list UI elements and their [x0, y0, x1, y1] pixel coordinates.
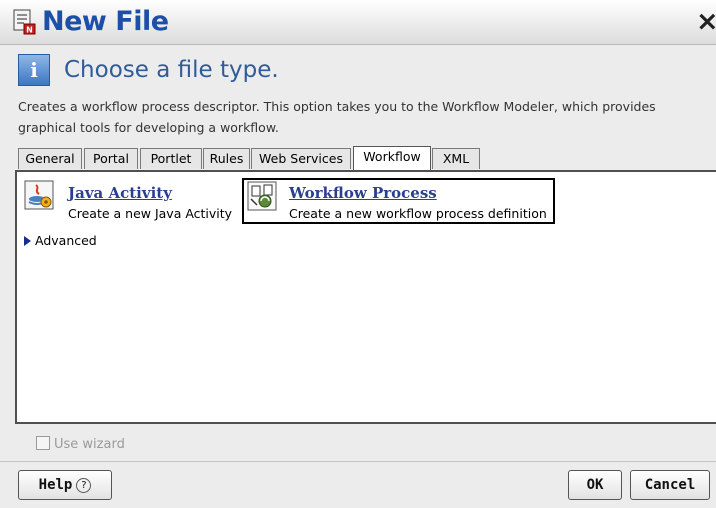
tab-portal[interactable]: Portal [84, 148, 138, 169]
checkbox-icon[interactable] [36, 436, 50, 450]
tab-workflow[interactable]: Workflow [353, 146, 431, 171]
page-title: Choose a file type. [64, 57, 279, 83]
tab-portlet[interactable]: Portlet [140, 148, 202, 169]
title-bar: N New File × [0, 0, 716, 45]
use-wizard-label: Use wizard [54, 437, 125, 452]
help-button-label: Help [38, 477, 73, 493]
new-file-icon: N [13, 9, 36, 35]
tab-general[interactable]: General [18, 148, 82, 169]
info-icon: i [18, 54, 50, 86]
workflow-process-description: Create a new workflow process definition [289, 206, 547, 221]
tab-web-services[interactable]: Web Services [251, 148, 351, 169]
help-button[interactable]: Help? [18, 470, 112, 500]
cancel-button[interactable]: Cancel [630, 470, 710, 500]
java-activity-description: Create a new Java Activity [68, 206, 233, 221]
java-activity-title[interactable]: Java Activity [68, 184, 172, 202]
workflow-process-icon [247, 181, 277, 211]
java-activity-icon [24, 180, 54, 210]
use-wizard-checkbox[interactable]: Use wizard [36, 436, 125, 452]
window-title: New File [42, 6, 169, 37]
divider [0, 461, 716, 462]
ok-button[interactable]: OK [568, 470, 622, 500]
close-button[interactable]: × [696, 7, 716, 37]
info-icon-glyph: i [30, 58, 38, 82]
workflow-process-title[interactable]: Workflow Process [289, 184, 437, 202]
advanced-toggle[interactable]: Advanced [24, 233, 97, 248]
tab-rules[interactable]: Rules [203, 148, 250, 169]
advanced-label: Advanced [35, 233, 97, 248]
help-icon: ? [76, 478, 92, 493]
svg-text:N: N [26, 26, 33, 35]
tab-xml[interactable]: XML [432, 148, 480, 169]
description-text: Creates a workflow process descriptor. T… [18, 99, 656, 135]
expand-triangle-icon [24, 236, 31, 246]
